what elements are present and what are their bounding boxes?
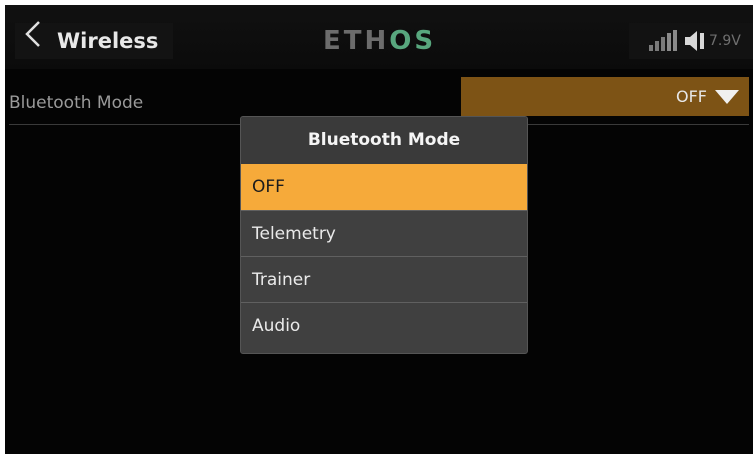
- status-area[interactable]: 7.9V: [629, 23, 753, 59]
- logo-text-left: ETH: [323, 26, 390, 56]
- option-off[interactable]: OFF: [241, 164, 527, 210]
- battery-voltage: 7.9V: [709, 33, 741, 49]
- popup-title: Bluetooth Mode: [241, 117, 527, 164]
- back-chevron-icon[interactable]: [19, 19, 49, 49]
- speaker-icon: [685, 31, 704, 51]
- option-list: OFF Telemetry Trainer Audio: [241, 164, 527, 348]
- signal-icon: [649, 30, 677, 51]
- option-trainer[interactable]: Trainer: [241, 256, 527, 302]
- option-audio[interactable]: Audio: [241, 302, 527, 348]
- option-telemetry[interactable]: Telemetry: [241, 210, 527, 256]
- ethos-logo: ETHOS: [323, 23, 436, 59]
- bluetooth-mode-popup: Bluetooth Mode OFF Telemetry Trainer Aud…: [240, 116, 528, 354]
- setting-label: Bluetooth Mode: [9, 93, 144, 113]
- top-bar: Wireless ETHOS 7.9V: [5, 5, 753, 69]
- logo-text-right: OS: [389, 26, 437, 56]
- bluetooth-mode-select[interactable]: OFF: [461, 77, 749, 116]
- page-title: Wireless: [57, 29, 159, 53]
- dropdown-triangle-icon: [715, 90, 739, 104]
- radio-screen: Wireless ETHOS 7.9V Bluetooth Mode OFF B…: [5, 5, 753, 454]
- select-value: OFF: [676, 87, 707, 106]
